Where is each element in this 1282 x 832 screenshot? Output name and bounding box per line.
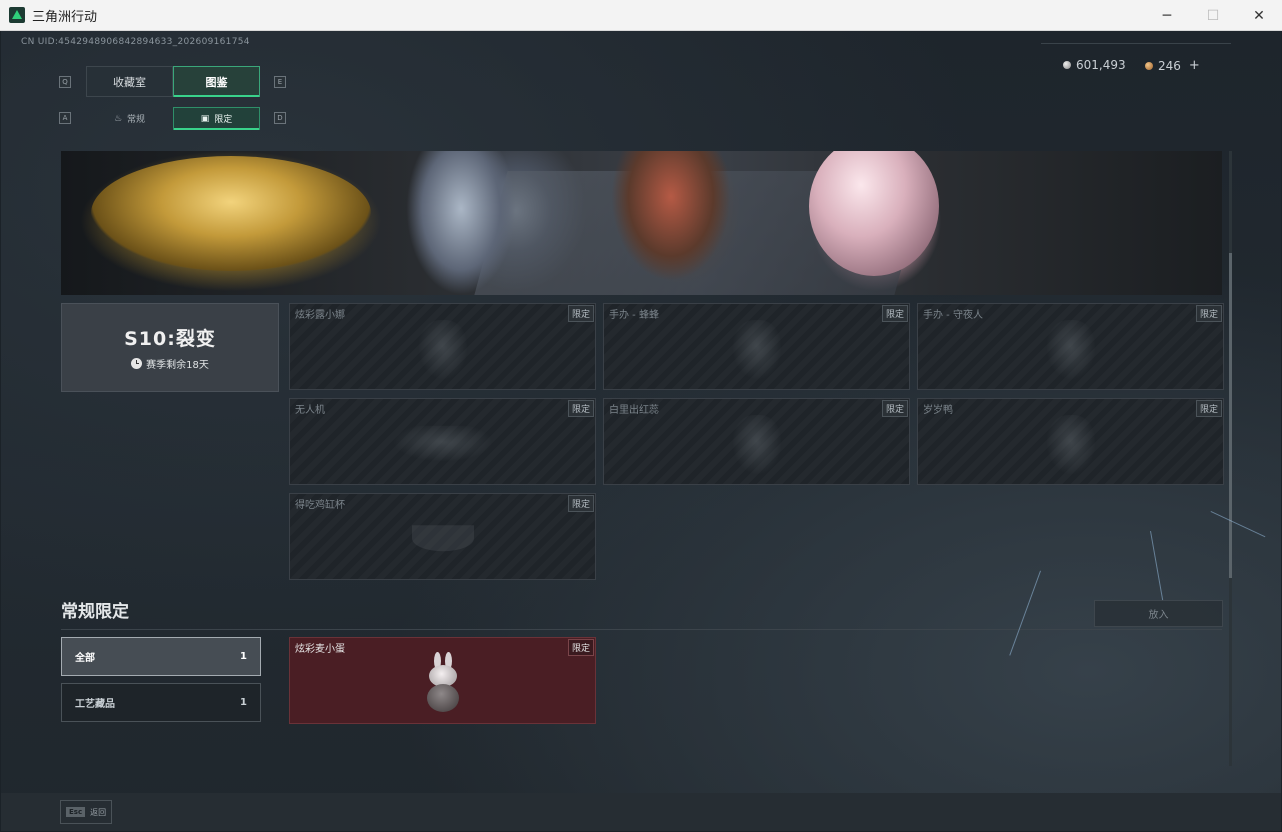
scrollbar-thumb[interactable] [1229,253,1232,578]
header-divider [1041,43,1231,44]
lightning-decoration [1150,531,1164,601]
window-controls: ─ ☐ ✕ [1144,0,1282,31]
flame-icon: ♨ [113,113,123,124]
game-viewport: CN UID:4542948906842894633_202609161754 … [1,31,1281,831]
filter-craft-collectibles[interactable]: 工艺藏品 1 [61,683,261,722]
gold-amount: 246 [1158,58,1181,73]
item-card[interactable]: 手办 - 守夜人 限定 [917,303,1224,390]
silver-coin-icon [1063,61,1071,69]
user-uid: CN UID:4542948906842894633_202609161754 [21,37,250,47]
limited-badge: 限定 [567,639,594,656]
lightning-decoration [1210,511,1266,538]
item-name: 无人机 [295,405,325,416]
back-button[interactable]: Esc 返回 [60,800,113,824]
currency-gold[interactable]: 246 + [1145,58,1200,73]
subtab-regular[interactable]: ♨ 常规 [86,107,173,130]
limited-badge: 限定 [881,400,908,417]
item-card[interactable]: 手办 - 蜂蜂 限定 [603,303,910,390]
season-remaining-text: 赛季剩余18天 [146,360,209,371]
back-label: 返回 [90,807,107,817]
item-name: 炫彩麦小蛋 [295,644,345,655]
season-title: S10:裂变 [124,328,216,350]
item-name: 岁岁鸭 [923,405,953,416]
limited-badge: 限定 [1195,305,1222,322]
item-thumbnail [731,414,782,475]
filter-label: 全部 [75,653,95,664]
subtab-limited-label: 限定 [214,115,233,125]
season-remaining: 赛季剩余18天 [131,356,209,371]
banner-astronaut-figure [406,151,516,295]
subtab-regular-label: 常规 [127,115,146,125]
filter-all[interactable]: 全部 1 [61,637,261,676]
clock-icon [131,358,143,369]
filter-count: 1 [240,651,247,662]
tab-catalog[interactable]: 图鉴 [173,66,260,97]
section-divider [61,629,1222,630]
limited-badge: 限定 [881,305,908,322]
item-card[interactable]: 无人机 限定 [289,398,596,485]
filter-label: 工艺藏品 [75,699,115,710]
item-thumbnail [1045,319,1096,380]
item-thumbnail [392,425,493,462]
limited-badge: 限定 [1195,400,1222,417]
key-hint-d: D [274,112,286,124]
lightning-decoration [1009,570,1041,656]
season-banner-image [61,151,1222,295]
gold-coin-icon [1145,61,1153,70]
item-name: 炫彩露小娜 [295,310,345,321]
rabbit-egg-figure [423,652,463,714]
section-title: 常规限定 [61,602,129,622]
key-hint-q: Q [59,76,71,88]
item-name: 得吃鸡缸杯 [295,500,345,511]
image-icon: ▣ [200,113,210,124]
esc-key-hint: Esc [66,807,86,817]
item-card[interactable]: 炫彩露小娜 限定 [289,303,596,390]
item-name: 手办 - 蜂蜂 [609,310,659,321]
item-thumbnail [411,524,474,551]
close-button[interactable]: ✕ [1236,0,1282,31]
add-currency-button[interactable]: + [1189,58,1200,73]
minimize-button[interactable]: ─ [1144,0,1190,31]
item-thumbnail [1045,414,1096,475]
item-name: 白里出红蕊 [609,405,659,416]
key-hint-a: A [59,112,71,124]
limited-badge: 限定 [567,400,594,417]
item-name: 手办 - 守夜人 [923,310,983,321]
banner-soldier-figure [611,151,731,281]
item-card[interactable]: 白里出红蕊 限定 [603,398,910,485]
item-card[interactable]: 得吃鸡缸杯 限定 [289,493,596,580]
filter-count: 1 [240,697,247,708]
key-hint-e: E [274,76,286,88]
subtab-limited[interactable]: ▣ 限定 [173,107,260,130]
banner-gold-turtle [91,156,371,271]
limited-badge: 限定 [567,305,594,322]
put-in-button[interactable]: 放入 [1094,600,1223,627]
silver-amount: 601,493 [1076,58,1126,72]
item-card-owned[interactable]: 炫彩麦小蛋 限定 [289,637,596,724]
season-card[interactable]: S10:裂变 赛季剩余18天 [61,303,279,392]
tab-collection-room[interactable]: 收藏室 [86,66,173,97]
footer-bar: Esc 返回 [1,793,1281,831]
window-title: 三角洲行动 [32,9,98,25]
item-card[interactable]: 岁岁鸭 限定 [917,398,1224,485]
window-titlebar: 三角洲行动 ─ ☐ ✕ [0,0,1282,31]
currency-silver: 601,493 [1063,58,1126,72]
item-thumbnail [417,319,468,380]
app-logo-icon [9,7,25,23]
item-thumbnail [731,319,782,380]
limited-badge: 限定 [567,495,594,512]
maximize-button[interactable]: ☐ [1190,0,1236,31]
